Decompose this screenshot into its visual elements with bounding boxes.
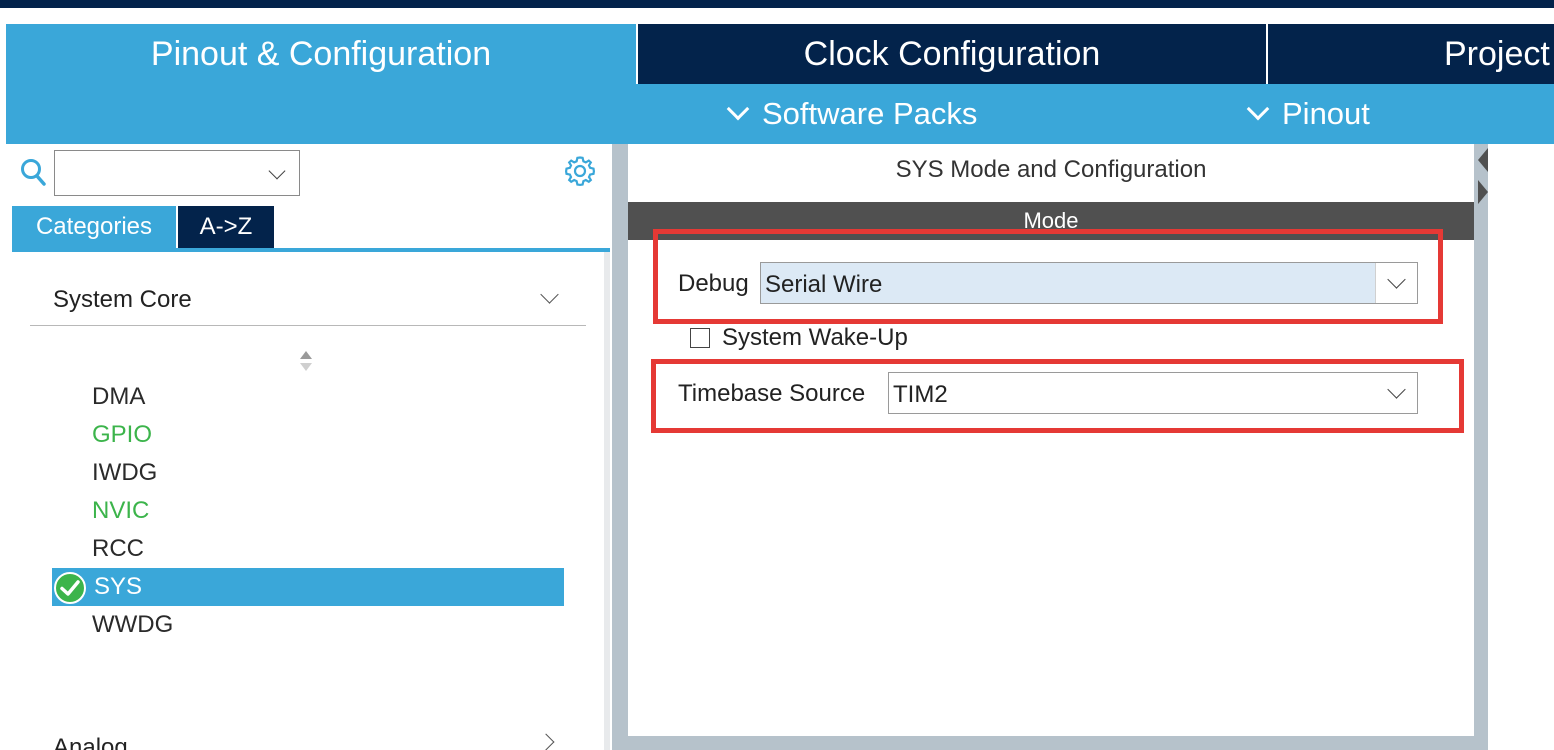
tab-underline bbox=[12, 248, 610, 252]
gear-icon[interactable] bbox=[563, 154, 597, 188]
tab-a-to-z[interactable]: A->Z bbox=[178, 206, 274, 248]
list-item-wwdg[interactable]: WWDG bbox=[52, 606, 564, 644]
search-combobox[interactable] bbox=[54, 150, 300, 196]
tab-pinout-configuration[interactable]: Pinout & Configuration bbox=[6, 24, 636, 84]
chevron-down-icon bbox=[1246, 97, 1270, 121]
check-circle-icon bbox=[54, 572, 86, 604]
chevron-down-icon bbox=[726, 97, 750, 121]
search-input[interactable] bbox=[55, 151, 255, 195]
software-packs-menu[interactable]: Software Packs bbox=[724, 84, 977, 144]
category-header-label: Analog bbox=[53, 734, 128, 750]
list-item-sys[interactable]: SYS bbox=[52, 568, 564, 606]
sort-icon[interactable] bbox=[299, 350, 313, 372]
timebase-source-label: Timebase Source bbox=[678, 380, 866, 407]
chevron-right-icon bbox=[537, 733, 555, 750]
category-header-label: System Core bbox=[53, 286, 192, 313]
list-item-dma[interactable]: DMA bbox=[52, 378, 564, 416]
collapse-arrows-icon[interactable] bbox=[1474, 144, 1490, 214]
timebase-select-value: TIM2 bbox=[893, 381, 948, 408]
tab-categories[interactable]: Categories bbox=[12, 206, 176, 248]
list-item-gpio[interactable]: GPIO bbox=[52, 416, 564, 454]
main-tab-bar: Pinout & Configuration Clock Configurati… bbox=[0, 24, 1554, 84]
category-item-list: DMA GPIO IWDG NVIC RCC SYS WWDG bbox=[52, 378, 564, 644]
sys-mode-configuration-panel: SYS Mode and Configuration Mode Debug Se… bbox=[628, 144, 1474, 736]
debug-select[interactable]: Serial Wire bbox=[760, 262, 1418, 304]
tab-project-manager[interactable]: Project bbox=[1268, 24, 1554, 84]
system-wakeup-label[interactable]: System Wake-Up bbox=[722, 324, 908, 352]
list-item-nvic[interactable]: NVIC bbox=[52, 492, 564, 530]
list-item-iwdg[interactable]: IWDG bbox=[52, 454, 564, 492]
search-icon[interactable] bbox=[20, 158, 46, 186]
panel-divider[interactable] bbox=[604, 252, 610, 750]
chevron-down-icon bbox=[540, 285, 559, 304]
pinout-menu-label: Pinout bbox=[1282, 96, 1370, 131]
debug-label: Debug bbox=[678, 270, 749, 297]
panel-title: SYS Mode and Configuration bbox=[895, 156, 1207, 183]
mode-section-header[interactable]: Mode bbox=[628, 202, 1474, 240]
tab-clock-configuration[interactable]: Clock Configuration bbox=[638, 24, 1266, 84]
list-item-rcc[interactable]: RCC bbox=[52, 530, 564, 568]
timebase-source-select[interactable]: TIM2 bbox=[888, 372, 1418, 414]
categories-panel: Categories A->Z System Core DMA GPIO IWD… bbox=[6, 144, 610, 750]
system-wakeup-checkbox[interactable] bbox=[690, 328, 710, 348]
window-top-strip bbox=[0, 0, 1554, 24]
chevron-down-icon bbox=[1387, 380, 1406, 399]
category-header-system-core[interactable]: System Core bbox=[30, 274, 586, 326]
list-item-label: SYS bbox=[94, 573, 143, 600]
chevron-down-icon[interactable] bbox=[268, 162, 286, 180]
category-header-analog[interactable]: Analog bbox=[30, 728, 586, 750]
debug-select-value: Serial Wire bbox=[765, 271, 883, 298]
sub-toolbar: Software Packs Pinout bbox=[6, 84, 1554, 144]
top-strip-bar bbox=[0, 0, 1554, 8]
pinout-menu[interactable]: Pinout bbox=[1244, 84, 1370, 144]
software-packs-label: Software Packs bbox=[762, 96, 978, 131]
